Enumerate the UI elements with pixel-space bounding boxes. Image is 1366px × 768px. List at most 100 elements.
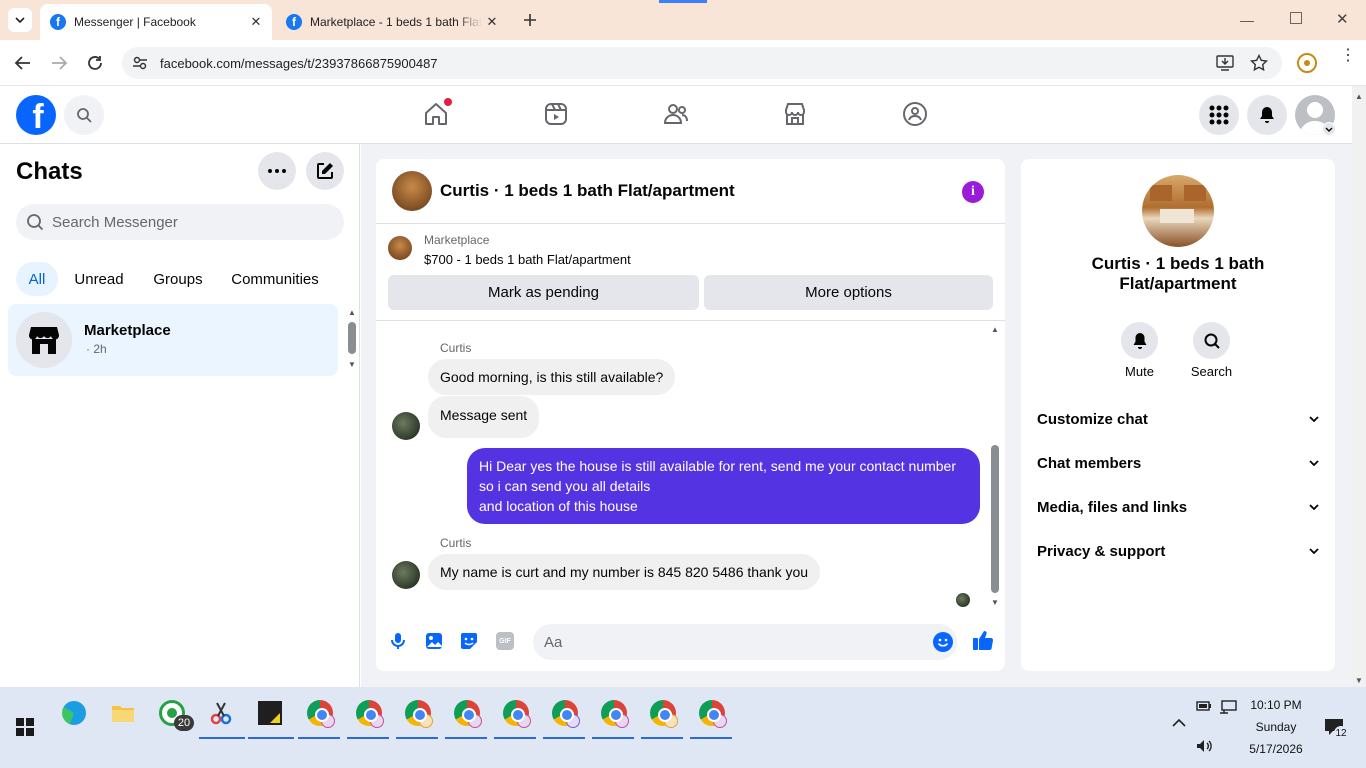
install-app-icon[interactable] xyxy=(1216,55,1234,71)
nav-groups[interactable] xyxy=(902,101,928,127)
chrome-icon xyxy=(552,700,580,728)
forward-button[interactable] xyxy=(50,54,68,72)
media-files-links-section[interactable]: Media, files and links xyxy=(1037,493,1319,521)
bookmark-star-icon[interactable] xyxy=(1250,54,1268,72)
customize-chat-section[interactable]: Customize chat xyxy=(1037,405,1319,433)
chrome-profile-3-button[interactable] xyxy=(402,697,434,729)
message-bubble[interactable]: Message sent xyxy=(428,396,540,438)
tab-search-button[interactable] xyxy=(8,8,32,32)
chrome-profile-1-button[interactable] xyxy=(304,697,336,729)
whatsapp-unread-badge: 20 xyxy=(174,715,194,731)
page-scrollbar[interactable]: ▲ ▼ xyxy=(1352,86,1366,687)
privacy-support-section[interactable]: Privacy & support xyxy=(1037,537,1319,565)
filter-all[interactable]: All xyxy=(16,262,58,296)
nav-friends[interactable] xyxy=(663,101,689,127)
search-conversation-button[interactable] xyxy=(1193,322,1230,359)
chrome-profile-8-button[interactable] xyxy=(647,697,679,729)
clock-day[interactable]: Sunday xyxy=(1240,720,1312,734)
message-bubble-outgoing[interactable]: Hi Dear yes the house is still available… xyxy=(467,448,980,524)
folder-icon xyxy=(112,706,134,722)
mute-button[interactable] xyxy=(1121,322,1158,359)
account-chevron-icon[interactable] xyxy=(1322,122,1336,136)
listing-text[interactable]: $700 - 1 beds 1 bath Flat/apartment xyxy=(424,252,631,267)
chat-list-scrollbar[interactable]: ▲ ▼ xyxy=(346,308,358,372)
browser-menu-icon[interactable]: ⋮ xyxy=(1340,48,1356,64)
search-facebook-button[interactable] xyxy=(64,95,104,135)
conversation-panel: Curtis · 1 beds 1 bath Flat/apartment i … xyxy=(376,159,1005,671)
message-input[interactable]: Aa xyxy=(533,624,957,660)
message-sender: Curtis xyxy=(440,341,472,355)
contact-profile-photo[interactable] xyxy=(1142,175,1214,247)
chrome-profile-4-button[interactable] xyxy=(451,697,483,729)
filter-communities[interactable]: Communities xyxy=(222,262,328,296)
clock-time[interactable]: 10:10 PM xyxy=(1240,698,1312,712)
more-options-button[interactable]: More options xyxy=(704,275,993,310)
forward-arrow-icon xyxy=(52,56,68,70)
sender-avatar[interactable] xyxy=(392,561,420,589)
voice-clip-button[interactable] xyxy=(390,632,406,650)
battery-icon[interactable] xyxy=(1196,700,1212,712)
nav-home[interactable] xyxy=(423,98,452,127)
listing-thumbnail[interactable] xyxy=(388,236,412,260)
network-icon[interactable] xyxy=(1219,700,1237,714)
like-button[interactable] xyxy=(972,629,994,651)
chrome-profile-9-button[interactable] xyxy=(696,697,728,729)
file-explorer-taskbar-button[interactable] xyxy=(107,697,139,729)
action-center-button[interactable]: 12 xyxy=(1324,718,1348,740)
search-icon xyxy=(77,108,92,123)
minimize-button[interactable]: — xyxy=(1240,12,1254,28)
notifications-button[interactable] xyxy=(1247,95,1287,135)
start-button[interactable] xyxy=(9,711,41,743)
close-window-button[interactable]: ✕ xyxy=(1336,10,1349,28)
sender-avatar[interactable] xyxy=(392,412,420,440)
message-bubble[interactable]: My name is curt and my number is 845 820… xyxy=(428,554,821,590)
filter-groups[interactable]: Groups xyxy=(142,262,214,296)
chrome-icon xyxy=(650,700,678,728)
tab-messenger[interactable]: f Messenger | Facebook ✕ xyxy=(40,4,272,40)
new-message-button[interactable] xyxy=(306,152,344,190)
gif-icon[interactable]: GIF xyxy=(496,632,514,650)
sticky-notes-taskbar-button[interactable] xyxy=(254,697,286,729)
search-messenger-input[interactable]: Search Messenger xyxy=(16,204,344,240)
close-tab-icon[interactable]: ✕ xyxy=(246,14,266,30)
chat-members-section[interactable]: Chat members xyxy=(1037,449,1319,477)
chrome-profile-6-button[interactable] xyxy=(549,697,581,729)
chat-options-button[interactable] xyxy=(258,152,296,190)
close-tab-icon[interactable]: ✕ xyxy=(482,14,502,30)
restore-button[interactable] xyxy=(1290,12,1302,24)
back-button[interactable] xyxy=(14,54,32,72)
whatsapp-taskbar-button[interactable]: 20 xyxy=(156,697,194,731)
reload-icon xyxy=(88,56,102,70)
nav-marketplace[interactable] xyxy=(782,101,808,127)
filter-unread[interactable]: Unread xyxy=(64,262,134,296)
info-icon[interactable]: i xyxy=(962,181,984,203)
mark-as-pending-button[interactable]: Mark as pending xyxy=(388,275,699,310)
chat-list-item-marketplace[interactable]: Marketplace · 2h xyxy=(8,304,338,376)
facebook-logo[interactable]: f xyxy=(16,95,56,135)
nav-video[interactable] xyxy=(543,101,569,127)
tab-title: Marketplace - 1 beds 1 bath Flat/ xyxy=(310,15,482,29)
messages-scrollbar[interactable]: ▲ ▼ xyxy=(988,325,1002,607)
edge-taskbar-button[interactable] xyxy=(58,697,90,729)
message-bubble[interactable]: Good morning, is this still available? xyxy=(428,359,676,395)
profile-icon[interactable] xyxy=(1297,53,1317,73)
chrome-profile-7-button[interactable] xyxy=(598,697,630,729)
emoji-button[interactable] xyxy=(933,632,953,652)
contact-avatar[interactable] xyxy=(392,171,432,211)
attach-photo-button[interactable] xyxy=(425,632,443,650)
menu-button[interactable] xyxy=(1199,95,1239,135)
volume-icon[interactable] xyxy=(1196,739,1214,753)
reload-button[interactable] xyxy=(86,54,104,72)
snipping-tool-taskbar-button[interactable] xyxy=(205,697,237,729)
active-app-underline xyxy=(592,737,634,739)
conversation-title[interactable]: Curtis · 1 beds 1 bath Flat/apartment xyxy=(440,181,735,201)
site-settings-icon[interactable] xyxy=(132,55,148,71)
tab-marketplace[interactable]: f Marketplace - 1 beds 1 bath Flat/ ✕ xyxy=(276,4,508,40)
clock-date[interactable]: 5/17/2026 xyxy=(1240,742,1312,756)
chrome-profile-2-button[interactable] xyxy=(353,697,385,729)
chrome-profile-5-button[interactable] xyxy=(500,697,532,729)
address-bar[interactable]: facebook.com/messages/t/2393786687590048… xyxy=(122,47,1282,79)
new-tab-button[interactable] xyxy=(520,10,540,30)
show-hidden-icons-button[interactable] xyxy=(1172,719,1186,727)
sticker-button[interactable] xyxy=(460,632,478,650)
